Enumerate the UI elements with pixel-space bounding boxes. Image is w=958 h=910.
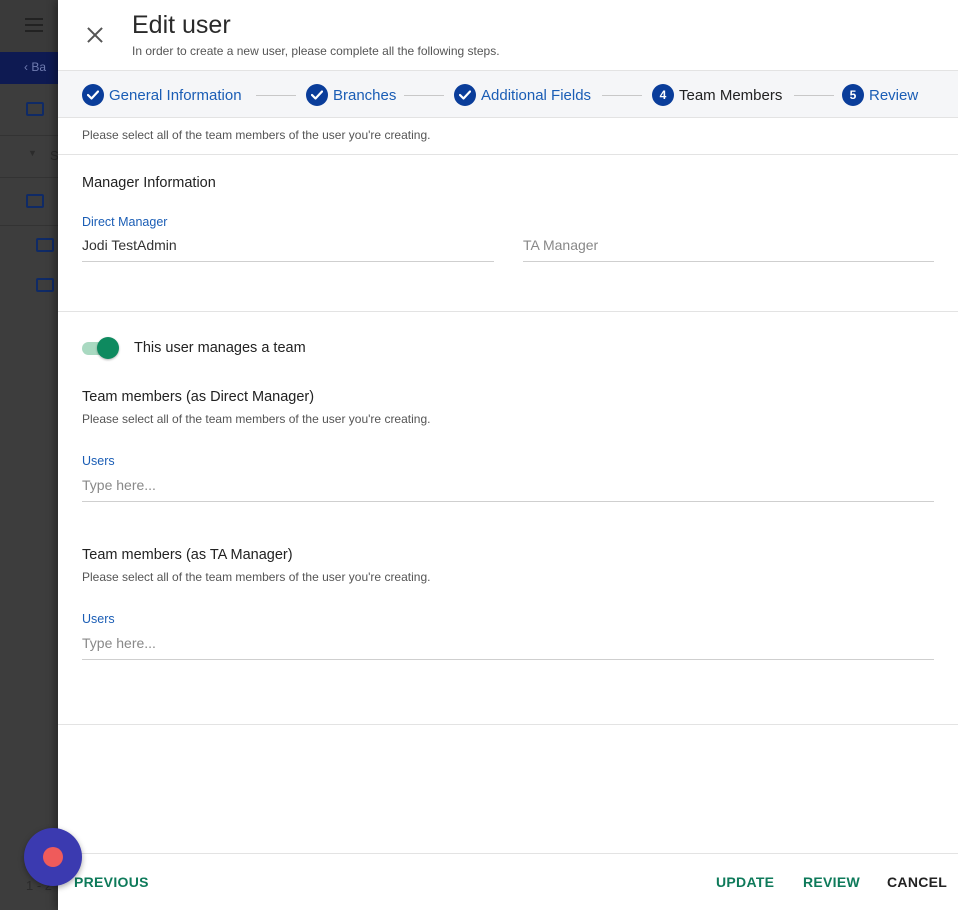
background-row [0,178,58,226]
background-row [0,266,58,306]
step-connector [404,95,444,96]
background-row: ▼ S [0,136,59,178]
step-connector [794,95,834,96]
step-label: Review [869,86,919,104]
background-row [0,226,58,266]
step-team-members[interactable]: 4 Team Members [652,83,782,107]
edit-user-drawer: Edit user In order to create a new user,… [58,0,958,910]
chevron-down-icon: ▼ [28,148,37,158]
direct-team-title: Team members (as Direct Manager) [82,389,315,405]
background-app: ‹ Ba ▼ S 1 - 2 [0,0,59,910]
footer-divider [58,853,958,854]
ta-users-underline [82,659,934,660]
record-dot-icon [43,847,63,867]
background-back-link: ‹ Ba [0,52,58,84]
direct-manager-underline [82,261,494,262]
stepper: General Information Branches Additional … [58,70,958,118]
close-icon[interactable] [84,24,106,46]
direct-manager-label: Direct Manager [82,215,168,229]
step-general-information[interactable]: General Information [82,83,242,107]
folder-icon [36,278,54,292]
update-button[interactable]: UPDATE [716,874,774,890]
check-icon [306,84,328,106]
step-connector [256,95,296,96]
hamburger-icon [25,18,43,32]
direct-team-hint: Please select all of the team members of… [82,412,431,426]
folder-icon [26,102,44,116]
step-additional-fields[interactable]: Additional Fields [454,83,591,107]
floating-action-button[interactable] [24,828,82,886]
cancel-button[interactable]: CANCEL [887,874,947,890]
background-topbar [0,0,58,52]
review-button[interactable]: REVIEW [803,874,860,890]
divider [58,311,958,312]
ta-team-title: Team members (as TA Manager) [82,547,293,563]
check-icon [454,84,476,106]
ta-team-hint: Please select all of the team members of… [82,570,431,584]
intro-hint: Please select all of the team members of… [82,128,431,142]
drawer-subtitle: In order to create a new user, please co… [132,44,500,58]
divider [58,724,958,725]
folder-open-icon [26,194,44,208]
step-label: Branches [333,86,397,104]
previous-button[interactable]: PREVIOUS [74,874,149,890]
step-number: 5 [842,84,864,106]
divider [58,154,958,155]
ta-users-label: Users [82,612,115,626]
step-branches[interactable]: Branches [306,83,396,107]
manager-information-title: Manager Information [82,175,216,191]
step-review[interactable]: 5 Review [842,83,918,107]
step-connector [602,95,642,96]
direct-users-label: Users [82,454,115,468]
direct-users-underline [82,501,934,502]
drawer-title: Edit user [132,11,231,39]
background-row [0,84,58,136]
ta-users-input[interactable]: Type here... [82,635,156,651]
step-label: Additional Fields [481,86,592,104]
direct-users-input[interactable]: Type here... [82,477,156,493]
ta-manager-field[interactable]: TA Manager [523,237,598,253]
check-icon [82,84,104,106]
step-number: 4 [652,84,674,106]
step-label: General Information [109,86,242,104]
background-back-label: Ba [31,60,47,74]
direct-manager-field[interactable]: Jodi TestAdmin [82,237,177,253]
ta-manager-underline [523,261,934,262]
manages-team-label: This user manages a team [134,340,306,356]
manages-team-toggle[interactable] [82,337,119,359]
step-label: Team Members [679,86,783,104]
folder-icon [36,238,54,252]
toggle-knob [97,337,119,359]
